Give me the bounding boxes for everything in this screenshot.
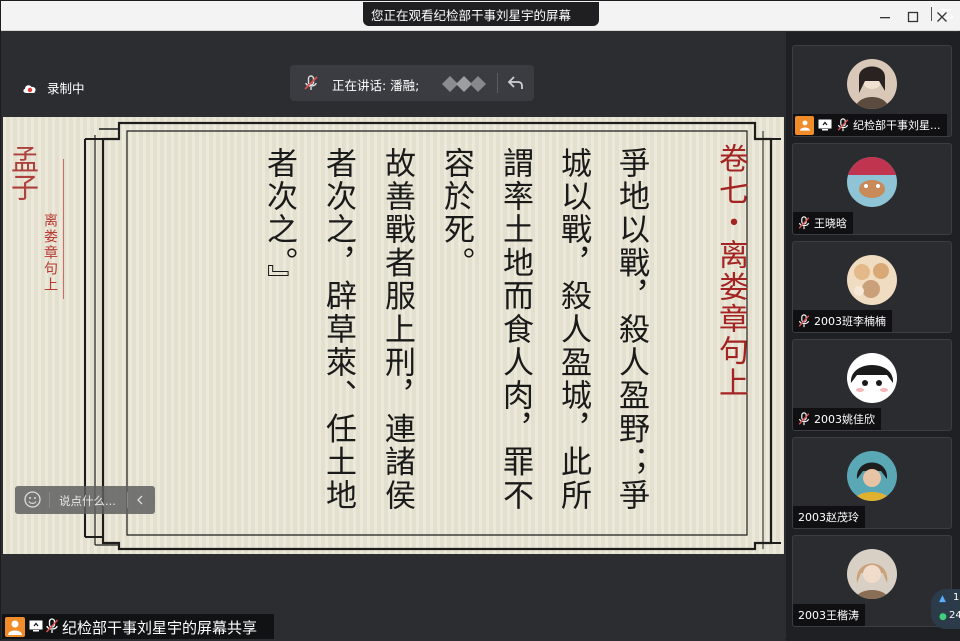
maximize-icon: [907, 11, 919, 23]
speaking-divider: [497, 73, 498, 93]
avatar-image: [853, 462, 891, 501]
chat-placeholder: 说点什么...: [59, 494, 116, 508]
network-status[interactable]: ▲ 1 ● 24: [931, 589, 960, 629]
emoji-icon[interactable]: [24, 491, 41, 508]
text-column-1: 爭地以戰，殺人盈野；爭: [613, 147, 649, 513]
avatar-image: [854, 263, 889, 298]
participant-tile[interactable]: 2003赵茂玲: [792, 437, 952, 529]
cloud-record-icon: [23, 84, 36, 93]
mic-muted-icon: [837, 118, 849, 132]
avatar-image: [855, 563, 889, 599]
close-icon: [937, 12, 947, 22]
participant-name: 纪检部干事刘星...: [853, 119, 941, 132]
avatar: [847, 157, 897, 207]
side-watermark-text: 孟子: [7, 145, 40, 201]
chat-divider: [49, 492, 50, 508]
chevron-left-icon: [137, 495, 143, 505]
participant-name: 王晓晗: [814, 217, 847, 230]
participant-tile[interactable]: 2003姚佳欣: [792, 339, 952, 431]
mic-muted-icon: [798, 216, 810, 230]
participant-tile[interactable]: 2003班李楠楠: [792, 241, 952, 333]
avatar: [847, 353, 897, 403]
participant-bar: 2003班李楠楠: [793, 310, 892, 332]
participant-bar: 2003王楷涛: [793, 604, 865, 626]
participant-name: 2003王楷涛: [798, 609, 859, 622]
title-bar: 您正在观看纪检部干事刘星宇的屏幕: [1, 1, 960, 31]
avatar: [847, 255, 897, 305]
avatar: [847, 59, 897, 109]
mic-muted-icon: [798, 314, 810, 328]
recording-label: 录制中: [47, 81, 85, 96]
participant-tile[interactable]: 王晓晗: [792, 143, 952, 235]
chat-divider-2: [127, 492, 128, 508]
screen-share-icon: [29, 620, 43, 632]
text-column-6: 者次之，辟草萊、任土地: [320, 147, 356, 513]
speaking-bar: 正在讲话: 潘融;: [290, 65, 534, 101]
host-avatar-icon: [5, 617, 25, 637]
side-divider: [63, 159, 64, 299]
mic-muted-icon: [45, 618, 59, 633]
meeting-window: 您正在观看纪检部干事刘星宇的屏幕 录制中 正在讲话: 潘融; 孟子 离娄章句上 …: [0, 0, 960, 641]
avatar-image: [855, 66, 889, 109]
screen-share-icon: [818, 119, 832, 131]
side-chapter-label: 离娄章句上: [42, 213, 58, 293]
speaking-label: 正在讲话: 潘融;: [332, 78, 420, 93]
text-column-5: 故善戰者服上刑，連諸侯: [379, 147, 415, 513]
participant-tile[interactable]: 纪检部干事刘星...: [792, 45, 952, 137]
participant-name: 2003姚佳欣: [814, 413, 875, 426]
chapter-title: 卷七・离娄章句上: [713, 143, 748, 399]
participant-name: 2003赵茂玲: [798, 511, 859, 524]
text-column-4: 容於死。: [438, 147, 474, 280]
recording-indicator[interactable]: 录制中: [22, 78, 85, 97]
download-dot-icon: ●: [939, 612, 947, 622]
person-icon: [8, 620, 22, 635]
close-button[interactable]: [933, 8, 951, 26]
speaking-avatars: [442, 76, 486, 92]
undo-arrow-icon[interactable]: [506, 73, 526, 93]
participant-bar: 2003赵茂玲: [793, 506, 865, 528]
minimize-button[interactable]: [876, 8, 894, 26]
upload-value: 1: [953, 592, 960, 603]
chat-input[interactable]: 说点什么...: [15, 486, 155, 514]
chat-collapse-button[interactable]: [133, 492, 147, 508]
screen-share-label: 纪检部干事刘星宇的屏幕共享: [2, 614, 274, 639]
participant-bar: 王晓晗: [793, 212, 853, 234]
text-column-7: 者次之。』: [261, 147, 297, 298]
avatar: [847, 451, 897, 501]
mic-muted-icon: [304, 75, 318, 90]
banner-divider: [931, 7, 932, 21]
avatar-image: [847, 157, 897, 198]
minimize-icon: [880, 17, 890, 19]
upload-arrow-icon: ▲: [939, 594, 946, 604]
maximize-button[interactable]: [904, 8, 922, 26]
participant-name: 2003班李楠楠: [814, 315, 886, 328]
avatar-image: [850, 365, 894, 392]
mic-muted-icon: [798, 412, 810, 426]
participant-bar: 2003姚佳欣: [793, 408, 881, 430]
viewing-share-text: 您正在观看纪检部干事刘星宇的屏幕: [371, 7, 572, 23]
avatar: [847, 549, 897, 599]
text-column-3: 謂率土地而食人肉，罪不: [497, 147, 533, 513]
host-badge-icon: [795, 115, 814, 135]
download-value: 24: [949, 610, 960, 621]
screen-share-owner: 纪检部干事刘星宇的屏幕共享: [62, 619, 258, 637]
text-column-2: 城以戰，殺人盈城，此所: [555, 147, 591, 513]
participant-tile[interactable]: 2003王楷涛: [792, 535, 952, 627]
participant-bar: 纪检部干事刘星...: [793, 114, 947, 136]
viewing-share-banner[interactable]: 您正在观看纪检部干事刘星宇的屏幕: [363, 2, 954, 26]
